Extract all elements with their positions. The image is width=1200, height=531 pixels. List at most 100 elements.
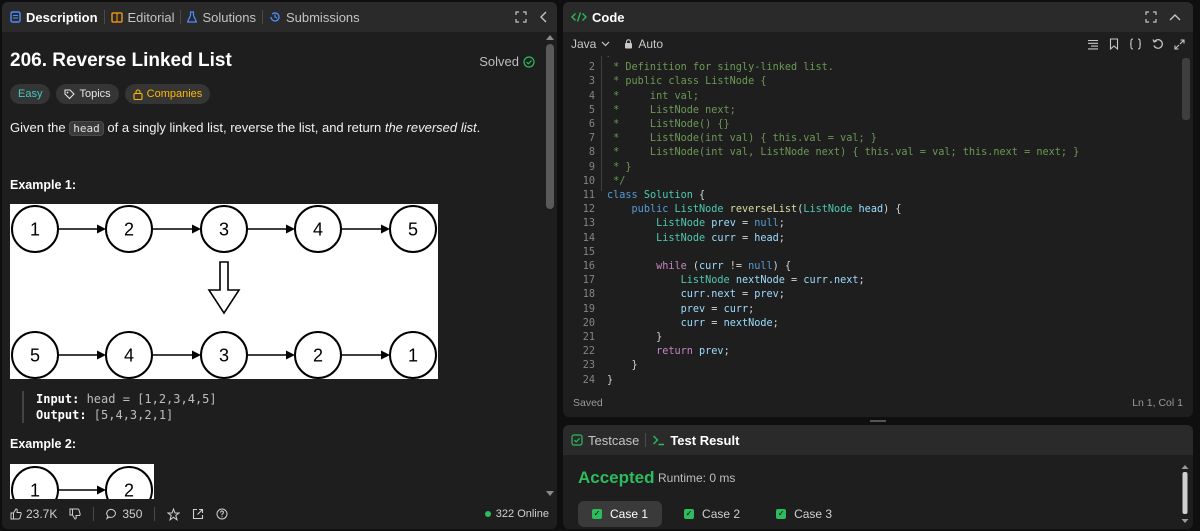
tab-test-result[interactable]: Test Result (646, 425, 745, 455)
example-1-diagram: 1 2 3 4 5 5 4 3 2 1 (10, 204, 438, 379)
problem-title: 206. Reverse Linked List (10, 50, 232, 71)
node-value: 2 (124, 219, 134, 239)
expand-icon[interactable] (1145, 11, 1157, 23)
code-line: } (607, 360, 638, 372)
code-line: prev = curr; (680, 303, 755, 315)
scrollbar-thumb[interactable] (546, 44, 554, 209)
collapse-left-icon[interactable] (539, 11, 547, 23)
node-value: 5 (408, 219, 418, 239)
desc-text: of a singly linked list, reverse the lis… (103, 120, 385, 135)
node-value: 4 (124, 345, 134, 365)
thumbs-down-icon[interactable] (69, 508, 82, 520)
tab-test-result-label: Test Result (670, 432, 740, 448)
description-icon (10, 11, 21, 23)
tab-submissions-label: Submissions (285, 9, 360, 25)
language-select[interactable]: Java (571, 37, 610, 51)
line-number: 1 (563, 56, 595, 59)
line-number: 4 (588, 90, 595, 102)
help-icon[interactable] (216, 508, 228, 520)
chevron-up-icon[interactable] (1169, 13, 1181, 21)
flask-icon (187, 11, 198, 23)
expand-icon[interactable] (515, 11, 527, 23)
code-panel: Code Java Auto 1 /** 2 (563, 2, 1193, 417)
line-number: 12 (582, 204, 595, 216)
code-line: } (607, 374, 614, 386)
case-label: Case 3 (794, 507, 833, 521)
left-scrollbar[interactable] (545, 32, 555, 499)
case-tab-1[interactable]: ✓ Case 1 (578, 501, 663, 527)
node-value: 2 (313, 345, 323, 365)
bookmark-icon[interactable] (1109, 38, 1119, 50)
line-number: 23 (582, 360, 595, 372)
code-line: public ListNode reverseList(ListNode hea… (631, 204, 902, 216)
code-line: * ListNode() {} (607, 119, 730, 130)
maximize-icon[interactable] (1174, 38, 1185, 50)
tab-solutions[interactable]: Solutions (181, 2, 261, 32)
tab-testcase[interactable]: Testcase (563, 425, 645, 455)
code-line: * } (607, 161, 632, 173)
down-arrow-icon (207, 261, 241, 315)
arrow-head (192, 224, 201, 234)
cursor-position: Ln 1, Col 1 (1132, 397, 1183, 409)
node-value: 1 (30, 219, 40, 239)
footer-divider (93, 507, 95, 521)
tab-code-label: Code (592, 9, 625, 25)
line-number: 14 (582, 232, 595, 244)
mode-select[interactable]: Auto (624, 37, 663, 51)
checkbox-icon (571, 434, 583, 446)
node-value: 3 (219, 219, 229, 239)
tab-editorial-label: Editorial (127, 9, 175, 25)
problem-content[interactable]: 206. Reverse Linked List Solved Easy Top… (2, 32, 547, 499)
star-icon[interactable] (167, 507, 181, 521)
runtime-text: Runtime: 0 ms (658, 471, 736, 485)
comment-icon (106, 508, 118, 520)
tab-description[interactable]: Description (2, 2, 104, 32)
tag-chips: Easy Topics Companies (10, 84, 211, 104)
test-panel: Testcase Test Result Accepted Runtime: 0… (563, 425, 1193, 529)
topics-chip[interactable]: Topics (56, 84, 119, 104)
scrollbar-thumb[interactable] (1182, 58, 1190, 120)
problem-panel: Description Editorial Solutions Submissi… (2, 2, 557, 529)
line-number: 11 (582, 190, 595, 201)
case-label: Case 2 (702, 507, 741, 521)
arrow-head (97, 485, 106, 495)
share-icon[interactable] (192, 508, 204, 520)
resize-handle[interactable] (870, 420, 886, 422)
case-tab-3[interactable]: ✓ Case 3 (762, 501, 846, 527)
tag-icon (64, 88, 76, 100)
line-number: 18 (582, 289, 595, 301)
code-line: curr.next = prev; (680, 289, 785, 301)
tab-code[interactable]: Code (563, 2, 631, 32)
code-line: * int val; (607, 90, 700, 102)
lock-icon (133, 88, 143, 100)
line-number: 20 (582, 317, 595, 329)
like-count: 23.7K (26, 507, 58, 521)
format-icon[interactable] (1087, 39, 1099, 50)
chevron-down-icon (601, 41, 610, 47)
arrow-head (97, 224, 106, 234)
line-number: 10 (582, 175, 595, 187)
node-value: 5 (30, 345, 40, 365)
tab-description-label: Description (26, 9, 98, 25)
like-button[interactable]: 23.7K (10, 507, 57, 521)
topics-label: Topics (79, 88, 111, 100)
companies-chip[interactable]: Companies (124, 84, 211, 104)
tab-submissions[interactable]: Submissions (263, 2, 366, 32)
book-icon (110, 11, 123, 23)
output-value: [5,4,3,2,1] (86, 408, 174, 422)
editor-scrollbar[interactable] (1181, 56, 1191, 386)
comments-button[interactable]: 350 (106, 507, 142, 521)
solved-label: Solved (479, 54, 519, 69)
line-number: 2 (588, 62, 595, 74)
reset-icon[interactable] (1152, 38, 1164, 50)
editor-statusbar: Saved Ln 1, Col 1 (563, 389, 1193, 417)
tab-editorial[interactable]: Editorial (105, 2, 181, 32)
test-scrollbar[interactable] (1181, 463, 1189, 525)
line-number: 6 (588, 119, 595, 130)
line-number: 9 (588, 161, 595, 173)
braces-icon[interactable] (1129, 38, 1142, 50)
code-editor[interactable]: 1 /** 2 * Definition for singly-linked lis… (563, 56, 1181, 386)
saved-status: Saved (573, 397, 603, 409)
lock-icon (624, 39, 633, 49)
case-tab-2[interactable]: ✓ Case 2 (670, 501, 754, 527)
